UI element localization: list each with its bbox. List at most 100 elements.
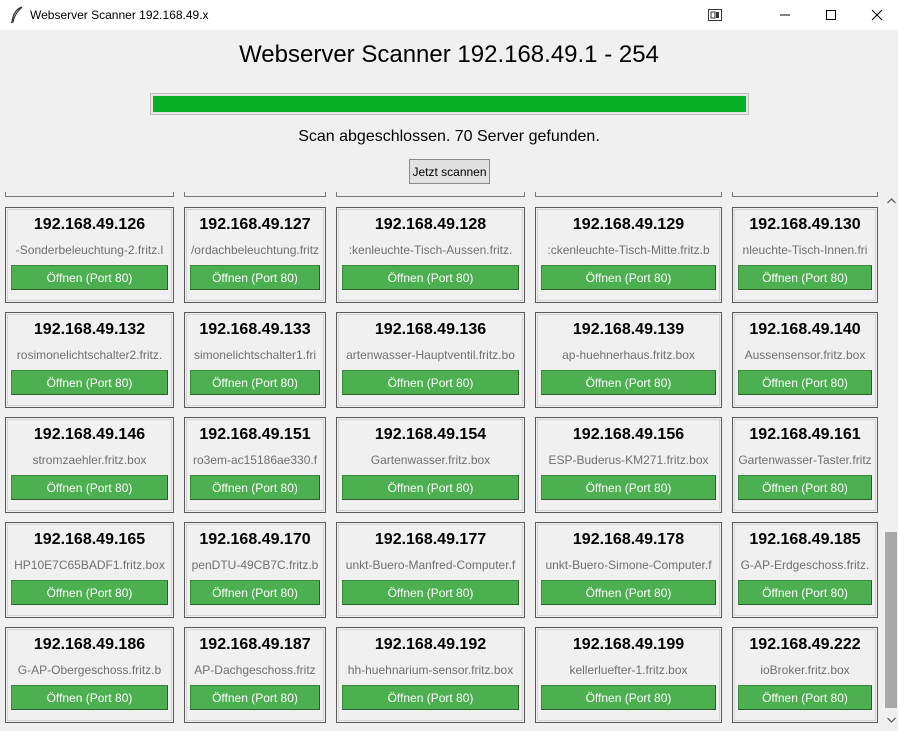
vertical-scrollbar[interactable] — [884, 192, 898, 728]
server-ip: 192.168.49.130 — [749, 216, 861, 233]
server-hostname: unkt-Buero-Simone-Computer.f — [541, 558, 716, 574]
open-port-80-button[interactable]: Öffnen (Port 80) — [190, 265, 320, 290]
server-card: 192.168.49.154 Gartenwasser.fritz.box Öffn… — [336, 417, 525, 513]
server-hostname-text: simonelichtschalter1.fri — [193, 348, 317, 362]
server-hostname-text: penDTU-49CB7C.fritz.b — [191, 558, 319, 572]
server-ip: 192.168.49.177 — [374, 531, 487, 548]
open-port-80-button[interactable]: Öffnen (Port 80) — [11, 370, 168, 395]
server-card: 192.168.49.222 ioBroker.fritz.box Öffnen (… — [732, 627, 878, 723]
server-card: 192.168.49.132 rosimonelichtschalter2.fri… — [5, 312, 174, 408]
server-hostname-text: nleuchte-Tisch-Innen.fri — [742, 243, 868, 257]
status-text: Scan abgeschlossen. 70 Server gefunden. — [298, 128, 600, 145]
open-port-80-button[interactable]: Öffnen (Port 80) — [11, 580, 168, 605]
snap-layout-icon[interactable] — [692, 0, 738, 30]
open-port-80-button[interactable]: Öffnen (Port 80) — [11, 265, 168, 290]
minimize-button[interactable] — [762, 0, 808, 30]
window-titlebar: Webserver Scanner 192.168.49.x — [0, 0, 898, 30]
server-hostname-text: -Sonderbeleuchtung-2.fritz.l — [15, 243, 164, 257]
partial-card — [732, 192, 878, 197]
open-port-80-button[interactable]: Öffnen (Port 80) — [342, 370, 519, 395]
open-port-80-button[interactable]: Öffnen (Port 80) — [11, 685, 168, 710]
results-grid: 192.168.49.126 -Sonderbeleuchtung-2.fritz… — [0, 192, 884, 728]
server-hostname: G-AP-Erdgeschoss.fritz. — [738, 558, 872, 574]
server-card: 192.168.49.186 G-AP-Obergeschoss.fritz.b Ö… — [5, 627, 174, 723]
server-hostname-text: :kenleuchte-Tisch-Aussen.fritz. — [348, 243, 513, 257]
server-card: 192.168.49.151 ro3em-ac15186ae330.f Öffnen… — [184, 417, 326, 513]
server-ip: 192.168.49.136 — [374, 321, 487, 338]
server-hostname-text: Gartenwasser.fritz.box — [370, 453, 491, 467]
server-hostname: unkt-Buero-Manfred-Computer.f — [342, 558, 519, 574]
server-ip: 192.168.49.139 — [572, 321, 685, 338]
server-hostname: ioBroker.fritz.box — [738, 663, 872, 679]
server-hostname-text: G-AP-Obergeschoss.fritz.b — [17, 663, 162, 677]
server-hostname: artenwasser-Hauptventil.fritz.bo — [342, 348, 519, 364]
server-ip: 192.168.49.187 — [199, 636, 311, 653]
page-title: Webserver Scanner 192.168.49.1 - 254 — [239, 41, 659, 68]
open-port-80-button[interactable]: Öffnen (Port 80) — [738, 265, 872, 290]
open-port-80-button[interactable]: Öffnen (Port 80) — [342, 685, 519, 710]
server-hostname: Gartenwasser.fritz.box — [342, 453, 519, 469]
server-hostname-text: /ordachbeleuchtung.fritz — [190, 243, 320, 257]
server-ip: 192.168.49.151 — [199, 426, 311, 443]
open-port-80-button[interactable]: Öffnen (Port 80) — [342, 475, 519, 500]
partial-card — [336, 192, 525, 197]
scroll-up-icon[interactable] — [884, 192, 898, 209]
open-port-80-button[interactable]: Öffnen (Port 80) — [190, 475, 320, 500]
close-button[interactable] — [854, 0, 898, 30]
server-hostname-text: hh-huehnarium-sensor.fritz.box — [347, 663, 514, 677]
server-ip: 192.168.49.170 — [199, 531, 311, 548]
feather-icon — [10, 6, 24, 24]
server-ip: 192.168.49.165 — [33, 531, 146, 548]
server-card: 192.168.49.130 nleuchte-Tisch-Innen.fri Öf… — [732, 207, 878, 303]
open-port-80-button[interactable]: Öffnen (Port 80) — [190, 370, 320, 395]
open-port-80-button[interactable]: Öffnen (Port 80) — [738, 580, 872, 605]
open-port-80-button[interactable]: Öffnen (Port 80) — [541, 475, 716, 500]
server-card: 192.168.49.177 unkt-Buero-Manfred-Compute… — [336, 522, 525, 618]
server-ip: 192.168.49.128 — [374, 216, 487, 233]
server-card: 192.168.49.126 -Sonderbeleuchtung-2.fritz… — [5, 207, 174, 303]
server-card: 192.168.49.199 kellerluefter-1.fritz.box Ö… — [535, 627, 722, 723]
server-hostname-text: stromzaehler.fritz.box — [32, 453, 147, 467]
open-port-80-button[interactable]: Öffnen (Port 80) — [541, 370, 716, 395]
window-title: Webserver Scanner 192.168.49.x — [30, 8, 209, 22]
server-hostname-text: ioBroker.fritz.box — [760, 663, 850, 677]
scan-button[interactable]: Jetzt scannen — [409, 159, 490, 184]
server-card: 192.168.49.161 Gartenwasser-Taster.fritz Ö… — [732, 417, 878, 513]
server-hostname: Gartenwasser-Taster.fritz — [738, 453, 872, 469]
open-port-80-button[interactable]: Öffnen (Port 80) — [541, 685, 716, 710]
open-port-80-button[interactable]: Öffnen (Port 80) — [342, 265, 519, 290]
server-card: 192.168.49.178 unkt-Buero-Simone-Computer… — [535, 522, 722, 618]
scroll-down-icon[interactable] — [884, 711, 898, 728]
maximize-button[interactable] — [808, 0, 854, 30]
partial-card — [184, 192, 326, 197]
server-hostname-text: AP-Dachgeschoss.fritz — [194, 663, 316, 677]
server-hostname: -Sonderbeleuchtung-2.fritz.l — [11, 243, 168, 259]
server-hostname: /ordachbeleuchtung.fritz — [190, 243, 320, 259]
server-card: 192.168.49.136 artenwasser-Hauptventil.fr… — [336, 312, 525, 408]
open-port-80-button[interactable]: Öffnen (Port 80) — [541, 580, 716, 605]
open-port-80-button[interactable]: Öffnen (Port 80) — [190, 580, 320, 605]
server-hostname: ap-huehnerhaus.fritz.box — [541, 348, 716, 364]
server-ip: 192.168.49.133 — [199, 321, 311, 338]
scrollbar-thumb[interactable] — [885, 532, 897, 708]
open-port-80-button[interactable]: Öffnen (Port 80) — [11, 475, 168, 500]
server-card: 192.168.49.128 :kenleuchte-Tisch-Aussen.f… — [336, 207, 525, 303]
open-port-80-button[interactable]: Öffnen (Port 80) — [738, 475, 872, 500]
server-hostname-text: HP10E7C65BADF1.fritz.box — [14, 558, 165, 572]
open-port-80-button[interactable]: Öffnen (Port 80) — [738, 370, 872, 395]
server-card: 192.168.49.133 simonelichtschalter1.fri Öf… — [184, 312, 326, 408]
server-card: 192.168.49.185 G-AP-Erdgeschoss.fritz. Öff… — [732, 522, 878, 618]
server-ip: 192.168.49.132 — [33, 321, 146, 338]
open-port-80-button[interactable]: Öffnen (Port 80) — [190, 685, 320, 710]
server-card: 192.168.49.165 HP10E7C65BADF1.fritz.box Öf… — [5, 522, 174, 618]
open-port-80-button[interactable]: Öffnen (Port 80) — [541, 265, 716, 290]
scan-progress-bar — [150, 93, 749, 115]
server-card: 192.168.49.139 ap-huehnerhaus.fritz.box Öf… — [535, 312, 722, 408]
server-hostname: AP-Dachgeschoss.fritz — [190, 663, 320, 679]
server-ip: 192.168.49.154 — [374, 426, 487, 443]
server-hostname-text: G-AP-Erdgeschoss.fritz. — [740, 558, 870, 572]
open-port-80-button[interactable]: Öffnen (Port 80) — [738, 685, 872, 710]
server-hostname: stromzaehler.fritz.box — [11, 453, 168, 469]
open-port-80-button[interactable]: Öffnen (Port 80) — [342, 580, 519, 605]
server-hostname-text: artenwasser-Hauptventil.fritz.bo — [346, 348, 515, 362]
